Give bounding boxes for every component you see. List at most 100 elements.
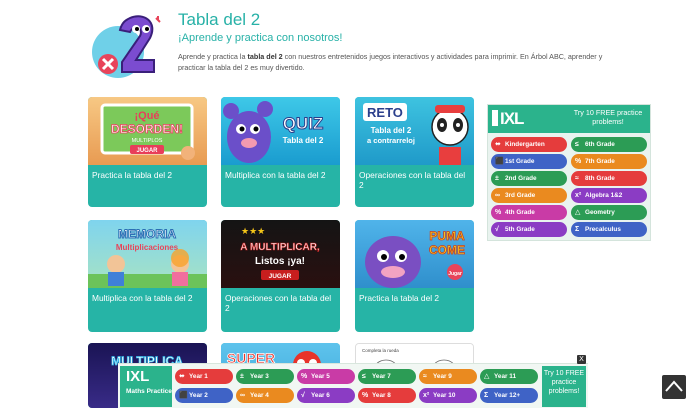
svg-text:a contrarreloj: a contrarreloj [367, 136, 415, 145]
desc-bold: tabla del 2 [247, 52, 283, 61]
pill-icon: √ [495, 226, 499, 233]
ixl-ad-banner[interactable]: IXL Maths Practice ⬌ Year 1 ± Year 3% Year 5… [118, 363, 588, 408]
pill-icon: x² [423, 392, 430, 399]
card-label: Multiplica con la tabla del 2 [92, 293, 193, 303]
pill-icon: % [362, 392, 369, 399]
grade-pill[interactable]: ± Year 3 [236, 369, 294, 384]
grade-pill[interactable]: √ 5th Grade [491, 222, 567, 237]
pill-label: Year 12+ [494, 392, 521, 399]
pill-label: Year 6 [311, 392, 330, 399]
ad-close-button[interactable]: X [577, 355, 586, 364]
svg-text:DESORDEN!: DESORDEN! [111, 122, 183, 136]
pill-label: Year 10 [433, 392, 456, 399]
game-card-quiz[interactable]: QUIZ Tabla del 2 Multiplica con la tabla… [221, 97, 340, 207]
ixl-logo-box: IXL Maths Practice [120, 366, 172, 407]
pill-icon: ⬌ [179, 373, 185, 380]
game-card-puma[interactable]: PUMA COME Jugar Practica la tabla del 2 [355, 220, 474, 332]
pill-label: Precalculus [585, 226, 621, 233]
pill-label: Kindergarten [505, 141, 545, 148]
pill-icon: ≤ [362, 373, 366, 380]
pill-icon: ± [240, 373, 244, 380]
pill-label: Year 7 [372, 373, 391, 380]
pill-label: 2nd Grade [505, 175, 537, 182]
pill-icon: △ [575, 209, 581, 216]
game-card-listos[interactable]: ★★★ A MULTIPLICAR, Listos ¡ya! JUGAR Ope… [221, 220, 340, 332]
pill-icon: Σ [575, 226, 580, 233]
game-card-desorden[interactable]: ¡Qué DESORDEN! MULTIPLOS JUGAR Practica … [88, 97, 207, 207]
svg-text:PUMA: PUMA [429, 229, 465, 243]
ad-header: IXL Try 10 FREE practice problems! [488, 105, 650, 133]
scroll-to-top-button[interactable] [662, 375, 686, 399]
svg-text:Tabla del 2: Tabla del 2 [371, 126, 412, 135]
quiz-game-thumbnail: QUIZ Tabla del 2 [221, 97, 340, 165]
grade-pill[interactable]: x² Year 10 [419, 388, 477, 403]
card-label: Practica la tabla del 2 [359, 293, 440, 303]
desorden-game-thumbnail: ¡Qué DESORDEN! MULTIPLOS JUGAR [88, 97, 207, 165]
grade-pill[interactable]: Σ Precalculus [571, 222, 647, 237]
game-card-reto[interactable]: RETO Tabla del 2 a contrarreloj Operacio… [355, 97, 474, 207]
grade-pill[interactable]: % 4th Grade [491, 205, 567, 220]
grade-pill[interactable]: △ Geometry [571, 205, 647, 220]
pill-icon: ∞ [495, 192, 500, 199]
pill-label: 8th Grade [585, 175, 615, 182]
pill-label: 7th Grade [585, 158, 615, 165]
grade-pill[interactable]: % 7th Grade [571, 154, 647, 169]
pill-label: Year 5 [311, 373, 330, 380]
grade-pill[interactable]: ∞ 3rd Grade [491, 188, 567, 203]
tabla-2-mascot-logo [92, 12, 162, 80]
pill-icon: % [495, 209, 502, 216]
pill-icon: √ [301, 392, 305, 399]
ad-cta-text[interactable]: Try 10 FREE practice problems! [570, 108, 646, 126]
grade-pill[interactable]: ⬛Year 2 [175, 388, 233, 403]
page-title: Tabla del 2 [178, 10, 261, 29]
ixl-brand: IXL [500, 109, 524, 128]
grade-pill[interactable]: % Year 5 [297, 369, 355, 384]
grade-pill[interactable]: ≤6th Grade [571, 137, 647, 152]
ad-cta-text[interactable]: Try 10 FREE practice problems! [542, 366, 586, 407]
memoria-game-thumbnail: MEMORIA Multiplicaciones [88, 220, 207, 288]
grade-pill[interactable]: ±2nd Grade [491, 171, 567, 186]
grade-pill[interactable]: ∞ Year 4 [236, 388, 294, 403]
svg-text:JUGAR: JUGAR [136, 148, 158, 154]
pill-icon: ≈ [423, 373, 427, 380]
pill-label: 1st Grade [505, 158, 535, 165]
grade-pill[interactable]: ≈ Year 9 [419, 369, 477, 384]
grade-pill[interactable]: △ Year 11 [480, 369, 538, 384]
pill-icon: ± [495, 175, 499, 182]
pill-label: Algebra 1&2 [585, 192, 623, 199]
svg-text:Listos ¡ya!: Listos ¡ya! [255, 256, 305, 267]
pill-label: 5th Grade [505, 226, 535, 233]
pill-icon: ≈ [575, 175, 579, 182]
grade-pill[interactable]: ≤ Year 7 [358, 369, 416, 384]
pill-icon: % [301, 373, 308, 380]
pill-icon: ⬛ [495, 158, 504, 165]
pill-label: Year 11 [494, 373, 517, 380]
grade-pill[interactable]: ⬌ Kindergarten [491, 137, 567, 152]
ixl-ad-sidebar[interactable]: IXL Try 10 FREE practice problems! ⬌ Kind… [487, 104, 651, 241]
grade-pill[interactable]: √ Year 6 [297, 388, 355, 403]
pill-label: Year 8 [372, 392, 391, 399]
svg-text:RETO: RETO [367, 105, 403, 120]
pill-label: 6th Grade [585, 141, 615, 148]
grade-pill[interactable]: x² Algebra 1&2 [571, 188, 647, 203]
grade-pill[interactable]: ⬛1st Grade [491, 154, 567, 169]
page: { "header": { "title": "Tabla del 2", "s… [0, 0, 700, 408]
grade-pill[interactable]: ⬌ Year 1 [175, 369, 233, 384]
pill-icon: ∞ [240, 392, 245, 399]
svg-text:Multiplicaciones: Multiplicaciones [116, 243, 179, 252]
listos-game-thumbnail: ★★★ A MULTIPLICAR, Listos ¡ya! JUGAR [221, 220, 340, 288]
pill-icon: Σ [484, 392, 489, 399]
grade-pill[interactable]: % Year 8 [358, 388, 416, 403]
svg-text:Tabla del 2: Tabla del 2 [283, 136, 324, 145]
game-card-memoria[interactable]: MEMORIA Multiplicaciones Multiplica con … [88, 220, 207, 332]
card-label: Practica la tabla del 2 [92, 170, 173, 180]
chevron-up-icon [665, 380, 683, 392]
grade-pill[interactable]: ≈8th Grade [571, 171, 647, 186]
pill-label: Year 4 [250, 392, 269, 399]
grade-pill[interactable]: Σ Year 12+ [480, 388, 538, 403]
svg-text:★★★: ★★★ [241, 227, 265, 237]
ixl-logo: IXL [492, 109, 524, 129]
card-label: Operaciones con la tabla del 2 [225, 293, 332, 313]
page-description: Aprende y practica la tabla del 2 con nu… [178, 51, 608, 73]
svg-text:JUGAR: JUGAR [269, 273, 292, 280]
